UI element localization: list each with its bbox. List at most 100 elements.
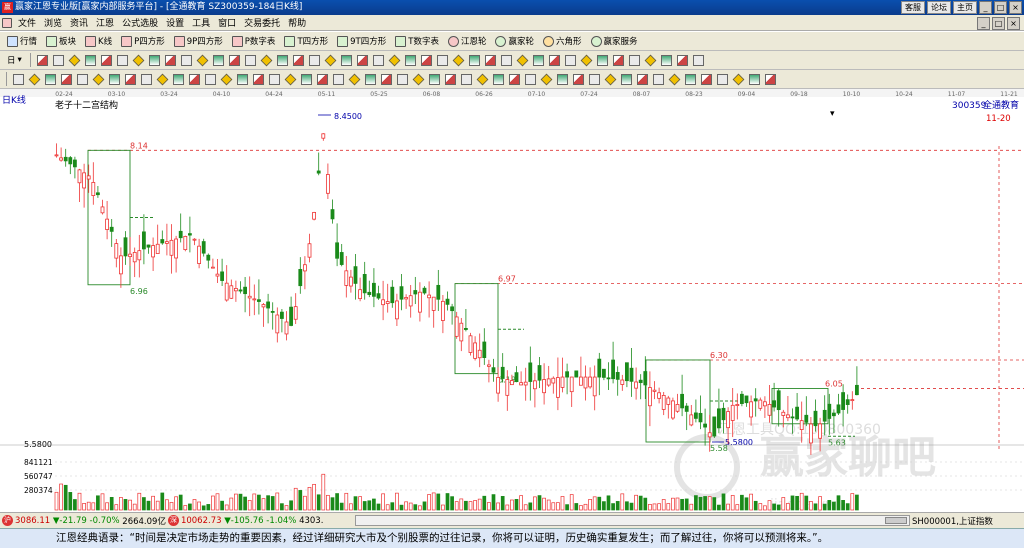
index-name[interactable]: SH000001,上证指数 [912,515,993,527]
indicator-tool-icon[interactable] [13,73,24,85]
menu-browse[interactable]: 浏览 [40,16,66,29]
draw-tool-icon[interactable] [228,54,240,66]
indicator-tool-icon[interactable] [109,73,120,85]
indicator-tool-icon[interactable] [125,73,136,85]
menu-gann[interactable]: 江恩 [92,16,118,29]
indicator-tool-icon[interactable] [317,73,328,85]
menu-settings[interactable]: 设置 [162,16,188,29]
indicator-tool-icon[interactable] [765,73,776,85]
indicator-tool-icon[interactable] [253,73,264,85]
indicator-tool-icon[interactable] [237,73,248,85]
indicator-tool-icon[interactable] [141,73,152,85]
indicator-tool-icon[interactable] [637,73,648,85]
draw-tool-icon[interactable] [164,54,176,66]
draw-tool-icon[interactable] [276,54,288,66]
kline-chart[interactable]: 02-24 03-10 03-24 04-10 04-24 05-11 05-25 06-08… [0,89,1024,513]
tb-p-square[interactable]: P四方形 [118,35,168,47]
menu-trade[interactable]: 交易委托 [240,16,284,29]
scrollbar-thumb[interactable] [885,517,907,524]
tb-service[interactable]: 赢家服务 [588,35,641,47]
child-restore-icon[interactable]: □ [992,17,1005,30]
forum-button[interactable]: 论坛 [927,1,951,14]
draw-tool-icon[interactable] [292,54,304,66]
draw-tool-icon[interactable] [644,54,657,66]
indicator-tool-icon[interactable] [220,73,233,85]
indicator-tool-icon[interactable] [461,73,472,85]
indicator-tool-icon[interactable] [333,73,344,85]
menu-help[interactable]: 帮助 [284,16,310,29]
draw-tool-icon[interactable] [676,54,688,66]
indicator-tool-icon[interactable] [557,73,568,85]
indicator-tool-icon[interactable] [701,73,712,85]
draw-tool-icon[interactable] [564,54,576,66]
indicator-tool-icon[interactable] [412,73,425,85]
tb-gann-wheel[interactable]: 江恩轮 [445,35,490,47]
indicator-tool-icon[interactable] [365,73,376,85]
draw-tool-icon[interactable] [404,54,416,66]
indicator-tool-icon[interactable] [429,73,440,85]
draw-tool-icon[interactable] [324,54,337,66]
draw-tool-icon[interactable] [452,54,465,66]
draw-tool-icon[interactable] [660,54,672,66]
indicator-tool-icon[interactable] [589,73,600,85]
draw-tool-icon[interactable] [52,54,64,66]
indicator-tool-icon[interactable] [381,73,392,85]
indicator-tool-icon[interactable] [61,73,72,85]
tb-9t-square[interactable]: 9T四方形 [334,35,389,47]
chart-area[interactable]: 02-24 03-10 03-24 04-10 04-24 05-11 05-25 06-08… [0,89,1024,513]
draw-tool-icon[interactable] [84,54,96,66]
draw-tool-icon[interactable] [692,54,704,66]
draw-tool-icon[interactable] [356,54,368,66]
draw-tool-icon[interactable] [36,54,48,66]
draw-tool-icon[interactable] [580,54,593,66]
indicator-tool-icon[interactable] [493,73,504,85]
draw-tool-icon[interactable] [340,54,352,66]
period-dropdown[interactable]: 日 ▾ [4,54,25,66]
draw-tool-icon[interactable] [180,54,192,66]
indicator-tool-icon[interactable] [205,73,216,85]
indicator-tool-icon[interactable] [604,73,617,85]
menu-formula[interactable]: 公式选股 [118,16,162,29]
indicator-tool-icon[interactable] [653,73,664,85]
indicator-tool-icon[interactable] [668,73,681,85]
indicator-tool-icon[interactable] [621,73,632,85]
tb-sector[interactable]: 板块 [43,35,79,47]
menu-tools[interactable]: 工具 [188,16,214,29]
draw-tool-icon[interactable] [116,54,128,66]
draw-tool-icon[interactable] [612,54,624,66]
tb-t-table[interactable]: T数字表 [392,35,442,47]
indicator-tool-icon[interactable] [92,73,105,85]
draw-tool-icon[interactable] [436,54,448,66]
indicator-tool-icon[interactable] [45,73,56,85]
indicator-tool-icon[interactable] [156,73,169,85]
indicator-tool-icon[interactable] [397,73,408,85]
draw-tool-icon[interactable] [516,54,529,66]
draw-tool-icon[interactable] [388,54,401,66]
draw-tool-icon[interactable] [484,54,496,66]
draw-tool-icon[interactable] [372,54,384,66]
indicator-tool-icon[interactable] [77,73,88,85]
indicator-tool-icon[interactable] [269,73,280,85]
draw-tool-icon[interactable] [420,54,432,66]
indicator-tool-icon[interactable] [173,73,184,85]
draw-tool-icon[interactable] [532,54,544,66]
menu-news[interactable]: 资讯 [66,16,92,29]
indicator-tool-icon[interactable] [749,73,760,85]
draw-tool-icon[interactable] [596,54,608,66]
indicator-tool-icon[interactable] [445,73,456,85]
tb-quotes[interactable]: 行情 [4,35,40,47]
indicator-tool-icon[interactable] [525,73,536,85]
maximize-icon[interactable]: □ [994,1,1007,14]
tb-winner-wheel[interactable]: 赢家轮 [492,35,537,47]
indicator-tool-icon[interactable] [540,73,553,85]
child-minimize-icon[interactable]: _ [977,17,990,30]
tb-hexagon[interactable]: 六角形 [540,35,585,47]
draw-tool-icon[interactable] [468,54,480,66]
tb-kline[interactable]: K线 [82,35,115,47]
tb-9p-square[interactable]: 9P四方形 [171,35,226,47]
menu-file[interactable]: 文件 [14,16,40,29]
draw-tool-icon[interactable] [628,54,640,66]
child-close-icon[interactable]: × [1007,17,1020,30]
indicator-tool-icon[interactable] [28,73,41,85]
indicator-tool-icon[interactable] [189,73,200,85]
